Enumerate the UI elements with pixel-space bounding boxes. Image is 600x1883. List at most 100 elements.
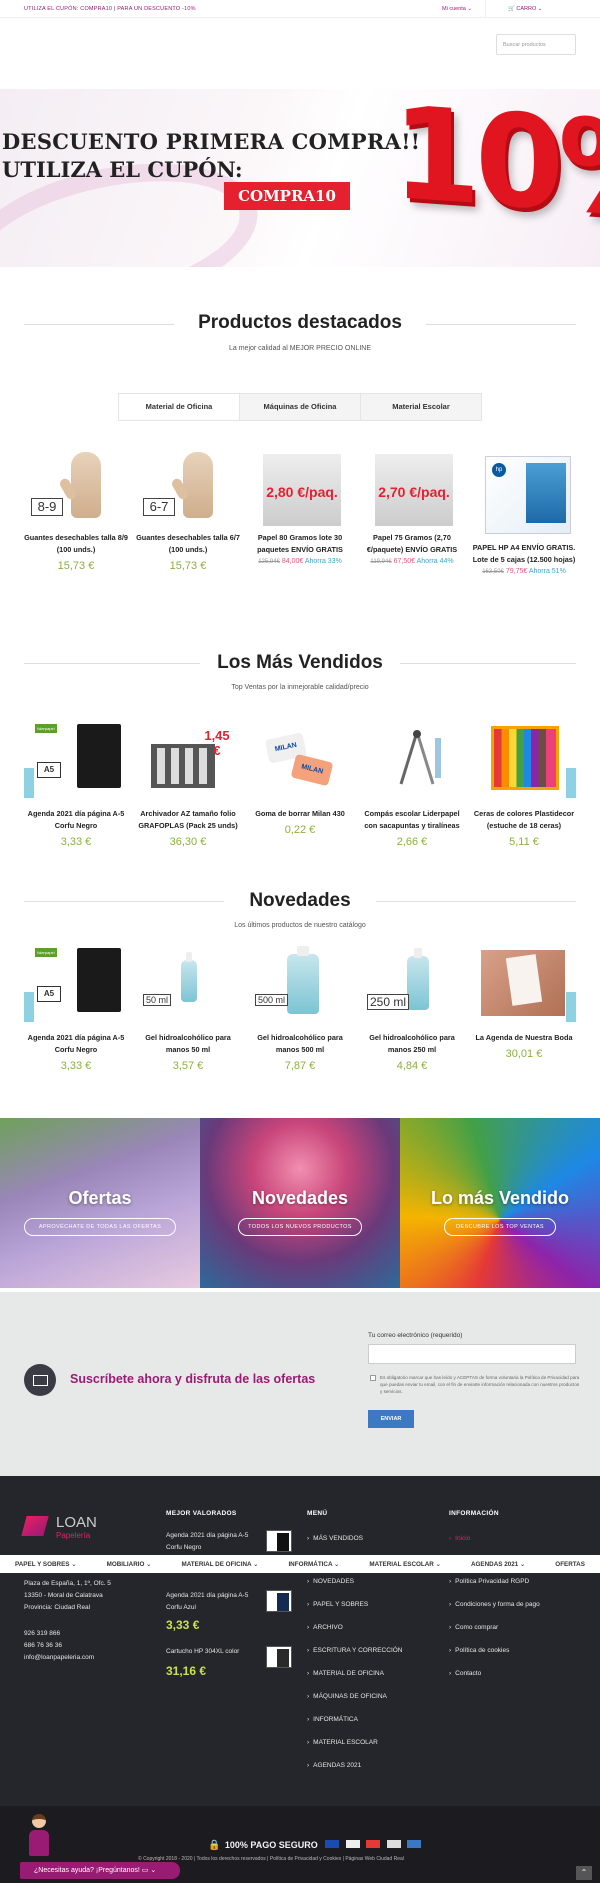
product-image[interactable]: hp [477, 456, 571, 538]
product-name[interactable]: Archivador AZ tamaño folio GRAFOPLAS (Pa… [134, 808, 242, 832]
account-link[interactable]: Mi cuenta ⌄ [442, 6, 472, 12]
tile-button[interactable]: DESCUBRE LOS TOP VENTAS [444, 1218, 556, 1236]
product-name[interactable]: Gel hidroalcohólico para manos 250 ml [358, 1032, 466, 1056]
featured-subtitle: La mejor calidad al MEJOR PRECIO ONLINE [229, 345, 371, 352]
privacy-checkbox[interactable] [370, 1375, 376, 1381]
category-nav-bar: PAPEL Y SOBRES ⌄ MOBILIARIO ⌄ MATERIAL D… [0, 1555, 600, 1573]
footer-info-item[interactable]: Política Privacidad RGPD [449, 1578, 540, 1601]
footer-menu-item[interactable]: ESCRITURA Y CORRECCIÓN [307, 1647, 402, 1670]
product-image[interactable]: 8-9 [29, 446, 123, 528]
rated-product-thumb[interactable] [266, 1530, 292, 1552]
product-name[interactable]: PAPEL HP A4 ENVÍO GRATIS. Lote de 5 caja… [470, 542, 578, 566]
product-card[interactable]: 2,70 €/paq. Papel 75 Gramos (2,70 €/paqu… [358, 446, 466, 565]
tile-button[interactable]: APROVÉCHATE DE TODAS LAS OFERTAS [24, 1218, 176, 1236]
footer-info-item[interactable]: Como comprar [449, 1624, 540, 1647]
product-card[interactable]: La Agenda de Nuestra Boda 30,01 € [470, 946, 578, 1060]
product-card[interactable]: 1,45 € Archivador AZ tamaño folio GRAFOP… [134, 722, 242, 848]
footer-info-item[interactable]: Condiciones y forma de pago [449, 1601, 540, 1624]
promo-banner[interactable]: DESCUENTO PRIMERA COMPRA!! UTILIZA EL CU… [0, 89, 600, 267]
product-name[interactable]: La Agenda de Nuestra Boda [470, 1032, 578, 1044]
tab-material-oficina[interactable]: Material de Oficina [119, 394, 240, 420]
product-card[interactable]: hp PAPEL HP A4 ENVÍO GRATIS. Lote de 5 c… [470, 456, 578, 575]
footer-menu-item[interactable]: PAPEL Y SOBRES [307, 1601, 403, 1624]
product-card[interactable]: 6-7 Guantes desechables talla 6/7 (100 u… [134, 446, 242, 572]
nav-item[interactable]: MOBILIARIO ⌄ [107, 1561, 152, 1568]
product-image[interactable] [365, 722, 459, 804]
product-image[interactable]: liderpapel A5 [29, 946, 123, 1028]
rated-product-name[interactable]: Agenda 2021 día página A-5 Corfu Azul [166, 1590, 262, 1614]
tab-material-escolar[interactable]: Material Escolar [361, 394, 481, 420]
tile-lo-mas-vendido[interactable]: Lo más Vendido DESCUBRE LOS TOP VENTAS [400, 1118, 600, 1288]
help-chat-button[interactable]: ¿Necesitas ayuda? ¡Pregúntanos! ▭ ⌄ [20, 1862, 180, 1879]
product-image[interactable]: liderpapel A5 [29, 722, 123, 804]
product-image[interactable]: 1,45 € [141, 722, 235, 804]
product-name[interactable]: Compás escolar Liderpapel con sacapuntas… [358, 808, 466, 832]
product-image[interactable]: MILAN MILAN [253, 722, 347, 804]
product-card[interactable]: 500 ml Gel hidroalcohólico para manos 50… [246, 946, 354, 1072]
nav-item[interactable]: MATERIAL DE OFICINA ⌄ [181, 1561, 258, 1568]
rated-product-thumb[interactable] [266, 1590, 292, 1612]
product-card[interactable]: liderpapel A5 Agenda 2021 día página A-5 … [22, 946, 130, 1072]
product-name[interactable]: Agenda 2021 día página A-5 Corfu Negro [22, 1032, 130, 1056]
product-card[interactable]: 8-9 Guantes desechables talla 8/9 (100 u… [22, 446, 130, 572]
footer-menu-item[interactable]: MÁQUINAS DE OFICINA [307, 1693, 403, 1716]
tile-button[interactable]: TODOS LOS NUEVOS PRODUCTOS [238, 1218, 362, 1236]
footer-info-item[interactable]: Política de cookies [449, 1647, 540, 1670]
product-image[interactable]: 2,70 €/paq. [365, 446, 459, 528]
product-name[interactable]: Guantes desechables talla 6/7 (100 unds.… [134, 532, 242, 556]
footer-info-item[interactable]: Contacto [449, 1670, 540, 1693]
tile-label: Novedades [251, 1188, 349, 1208]
nav-item[interactable]: INFORMÁTICA ⌄ [288, 1561, 339, 1568]
cart-link[interactable]: 🛒 CARRO ⌄ [508, 6, 542, 12]
tile-novedades[interactable]: Novedades TODOS LOS NUEVOS PRODUCTOS [200, 1118, 400, 1288]
footer-menu-item[interactable]: NOVEDADES [307, 1578, 403, 1601]
rated-product-name[interactable]: Agenda 2021 día página A-5 Corfu Negro [166, 1530, 262, 1554]
product-name[interactable]: Agenda 2021 día página A-5 Corfu Negro [22, 808, 130, 832]
cart-icon: 🛒 [508, 6, 515, 12]
assistant-avatar[interactable] [28, 1814, 50, 1858]
product-card[interactable]: 50 ml Gel hidroalcohólico para manos 50 … [134, 946, 242, 1072]
product-image[interactable]: 500 ml [253, 946, 347, 1028]
email-field[interactable] [368, 1344, 576, 1364]
product-card[interactable]: 250 ml Gel hidroalcohólico para manos 25… [358, 946, 466, 1072]
product-name[interactable]: Gel hidroalcohólico para manos 500 ml [246, 1032, 354, 1056]
product-card[interactable]: Compás escolar Liderpapel con sacapuntas… [358, 722, 466, 848]
search-input[interactable]: Buscar productos [496, 34, 576, 55]
product-name[interactable]: Ceras de colores Plastidecor (estuche de… [470, 808, 578, 832]
send-button[interactable]: ENVIAR [368, 1410, 414, 1428]
rated-product-price: 31,16 € [166, 1664, 207, 1678]
product-name[interactable]: Papel 80 Gramos lote 30 paquetes ENVÍO G… [246, 532, 354, 556]
logo-text[interactable]: LOAN [56, 1514, 97, 1531]
tile-ofertas[interactable]: Ofertas APROVÉCHATE DE TODAS LAS OFERTAS [0, 1118, 200, 1288]
nav-item[interactable]: MATERIAL ESCOLAR ⌄ [369, 1561, 441, 1568]
nav-item[interactable]: AGENDAS 2021 ⌄ [471, 1561, 525, 1568]
footer-menu-item[interactable]: AGENDAS 2021 [307, 1762, 403, 1785]
product-name[interactable]: Guantes desechables talla 8/9 (100 unds.… [22, 532, 130, 556]
rated-product-name[interactable]: Cartucho HP 304XL color [166, 1646, 262, 1658]
product-card[interactable]: 2,80 €/paq. Papel 80 Gramos lote 30 paqu… [246, 446, 354, 565]
product-image[interactable] [477, 946, 571, 1028]
footer-menu-item[interactable]: ARCHIVO [307, 1624, 403, 1647]
footer-menu-item[interactable]: INFORMÁTICA [307, 1716, 403, 1739]
product-card[interactable]: MILAN MILAN Goma de borrar Milan 430 0,2… [246, 722, 354, 836]
nav-item[interactable]: OFERTAS [555, 1561, 585, 1568]
product-card[interactable]: liderpapel A5 Agenda 2021 día página A-5 … [22, 722, 130, 848]
product-image[interactable] [477, 722, 571, 804]
product-image[interactable]: 250 ml [365, 946, 459, 1028]
product-name[interactable]: Papel 75 Gramos (2,70 €/paquete) ENVÍO G… [358, 532, 466, 556]
product-image[interactable]: 50 ml [141, 946, 235, 1028]
product-name[interactable]: Gel hidroalcohólico para manos 50 ml [134, 1032, 242, 1056]
footer-info-item[interactable]: Inicio [449, 1535, 470, 1542]
email-link: info@loanpapeleria.com [24, 1654, 95, 1661]
nav-item[interactable]: PAPEL Y SOBRES ⌄ [15, 1561, 77, 1568]
product-image[interactable]: 6-7 [141, 446, 235, 528]
footer-menu-item[interactable]: MATERIAL DE OFICINA [307, 1670, 403, 1693]
tab-maquinas-oficina[interactable]: Máquinas de Oficina [240, 394, 361, 420]
product-name[interactable]: Goma de borrar Milan 430 [246, 808, 354, 820]
product-image[interactable]: 2,80 €/paq. [253, 446, 347, 528]
footer-menu-item[interactable]: MATERIAL ESCOLAR [307, 1739, 403, 1762]
footer-menu-item[interactable]: MÁS VENDIDOS [307, 1535, 363, 1542]
product-card[interactable]: Ceras de colores Plastidecor (estuche de… [470, 722, 578, 848]
scroll-top-button[interactable]: ⌃ [576, 1866, 592, 1880]
rated-product-thumb[interactable] [266, 1646, 292, 1668]
